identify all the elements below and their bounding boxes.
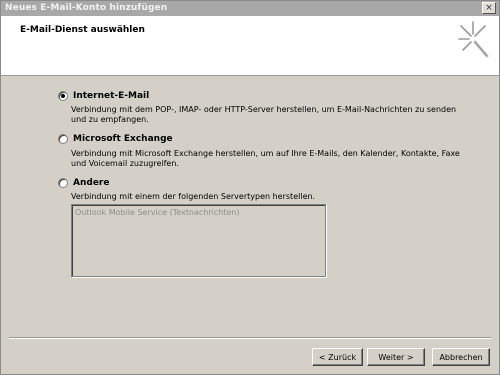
sparkle-icon xyxy=(458,21,489,58)
footer-divider-highlight xyxy=(9,338,491,339)
cancel-button[interactable]: Abbrechen xyxy=(432,348,490,366)
page-title: E-Mail-Dienst auswählen xyxy=(20,25,145,35)
radio-microsoft-exchange[interactable] xyxy=(58,134,68,144)
window-title: Neues E-Mail-Konto hinzufügen xyxy=(5,3,168,13)
close-button[interactable]: × xyxy=(482,2,496,14)
option-description: Verbindung mit dem POP-, IMAP- oder HTTP… xyxy=(71,105,457,124)
title-bar: Neues E-Mail-Konto hinzufügen × xyxy=(1,1,499,16)
dialog-window: Neues E-Mail-Konto hinzufügen × E-Mail-D… xyxy=(0,0,500,375)
option-label[interactable]: Microsoft Exchange xyxy=(73,134,173,144)
wizard-header: E-Mail-Dienst auswählen xyxy=(1,16,499,76)
back-button[interactable]: < Zurück xyxy=(312,348,363,366)
option-description: Verbindung mit einem der folgenden Serve… xyxy=(71,192,316,201)
server-type-list[interactable]: Outlook Mobile Service (Textnachrichten) xyxy=(71,204,326,277)
option-label[interactable]: Andere xyxy=(73,178,109,188)
list-item[interactable]: Outlook Mobile Service (Textnachrichten) xyxy=(75,208,240,217)
radio-andere[interactable] xyxy=(58,178,68,188)
option-label[interactable]: Internet-E-Mail xyxy=(73,91,149,101)
next-button[interactable]: Weiter > xyxy=(367,348,425,366)
option-description: Verbindung mit Microsoft Exchange herste… xyxy=(71,149,460,168)
close-icon: × xyxy=(485,3,493,13)
radio-internet-email[interactable] xyxy=(58,91,68,101)
